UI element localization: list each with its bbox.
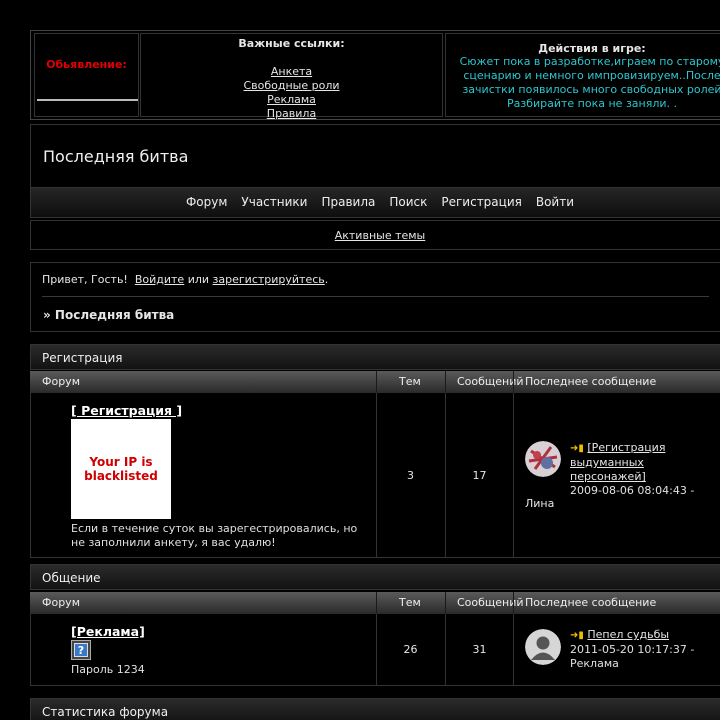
last-post-author[interactable]: Лина — [525, 497, 554, 511]
last-post-date: 2009-08-06 08:04:43 - — [570, 484, 695, 497]
question-icon: ? — [71, 640, 91, 660]
game-actions-title: Действия в игре: — [538, 42, 646, 55]
link-anketa[interactable]: Анкета — [271, 65, 312, 78]
link-ads[interactable]: Реклама — [267, 93, 316, 106]
announcement-title: Обьявление: — [46, 58, 127, 71]
stats-title: Статистика форума — [42, 705, 169, 719]
nav-forum[interactable]: Форум — [179, 195, 234, 209]
game-actions-cell: Действия в игре: Сюжет пока в разработке… — [445, 33, 720, 117]
or-text: или — [187, 273, 210, 286]
nav-rules[interactable]: Правила — [314, 195, 382, 209]
forum-image-blacklisted: Your IP is blacklisted — [71, 419, 171, 519]
stats-header: Статистика форума — [30, 698, 720, 720]
announcement-table: Обьявление: Важные ссылки: Анкета Свобод… — [30, 30, 720, 120]
divider — [42, 296, 709, 297]
column-headers: Форум Тем Сообщений Последнее сообщение — [30, 592, 720, 614]
arrow-page-icon[interactable]: ➜▮ — [570, 629, 584, 643]
last-post-date: 2011-05-20 10:17:37 - — [570, 643, 695, 656]
nav-register[interactable]: Регистрация — [434, 195, 528, 209]
category-title: Регистрация — [42, 351, 123, 365]
col-last-post: Последнее сообщение — [525, 375, 657, 388]
main-navigation: Форум Участники Правила Поиск Регистраци… — [30, 188, 720, 218]
forum-link-ads[interactable]: [Реклама] — [71, 624, 145, 639]
forum-link-registration[interactable]: [ Регистрация ] — [71, 403, 182, 418]
register-link[interactable]: зарегистрируйтесь — [213, 273, 325, 286]
col-last-post: Последнее сообщение — [525, 596, 657, 609]
category-header-registration: Регистрация — [30, 344, 720, 370]
site-title: Последняя битва — [43, 147, 189, 166]
last-post-info: ➜▮ Пепел судьбы 2011-05-20 10:17:37 - Ре… — [570, 628, 694, 671]
topics-count: 26 — [403, 643, 418, 656]
arrow-page-icon[interactable]: ➜▮ — [570, 442, 584, 456]
nav-members[interactable]: Участники — [234, 195, 314, 209]
category-header-communication: Общение — [30, 564, 720, 590]
last-post-author[interactable]: Реклама — [570, 657, 694, 671]
col-forum: Форум — [42, 375, 80, 388]
important-links-title: Важные ссылки: — [238, 37, 345, 50]
site-header: Последняя битва — [30, 124, 720, 188]
col-forum: Форум — [42, 596, 80, 609]
last-post-info: ➜▮ [Регистрация выдуманных персонажей] 2… — [570, 441, 694, 498]
nav-search[interactable]: Поиск — [382, 195, 434, 209]
last-post-link[interactable]: [Регистрация выдуманных персонажей] — [570, 441, 665, 483]
avatar — [525, 441, 561, 477]
game-actions-text: Сюжет пока в разработке,играем по старом… — [459, 55, 720, 110]
login-link[interactable]: Войдите — [135, 273, 184, 286]
important-links-cell: Важные ссылки: Анкета Свободные роли Рек… — [140, 33, 443, 120]
posts-count: 17 — [472, 469, 487, 482]
nav-login[interactable]: Войти — [529, 195, 581, 209]
col-topics: Тем — [399, 375, 421, 388]
forum-description: Пароль 1234 — [71, 663, 145, 676]
link-free-roles[interactable]: Свободные роли — [243, 79, 339, 92]
topics-count: 3 — [407, 469, 414, 482]
greeting-text: Привет, Гость! Войдите или зарегистрируй… — [42, 273, 328, 286]
forum-row: [Реклама] ? Пароль 1234 26 31 ➜▮ Пепел с… — [30, 614, 720, 686]
dot-text: . — [324, 273, 329, 286]
posts-count: 31 — [472, 643, 487, 656]
user-silhouette-icon — [525, 629, 561, 665]
breadcrumb[interactable]: » Последняя битва — [43, 308, 174, 322]
category-title: Общение — [42, 571, 101, 585]
hello-guest: Привет, Гость! — [42, 273, 128, 286]
divider — [37, 99, 138, 101]
last-post-link[interactable]: Пепел судьбы — [587, 628, 669, 641]
sub-navigation: Активные темы — [30, 220, 720, 250]
greeting-box: Привет, Гость! Войдите или зарегистрируй… — [30, 262, 720, 332]
column-headers: Форум Тем Сообщений Последнее сообщение — [30, 371, 720, 393]
active-topics-link[interactable]: Активные темы — [335, 229, 426, 242]
announcement-cell: Обьявление: — [34, 33, 139, 117]
link-rules[interactable]: Правила — [267, 107, 316, 120]
forum-description: Если в течение суток вы зарегестрировали… — [71, 522, 358, 549]
forum-row: [ Регистрация ] Your IP is blacklisted Е… — [30, 393, 720, 558]
important-links-list: Анкета Свободные роли Реклама Правила — [141, 65, 442, 121]
col-topics: Тем — [399, 596, 421, 609]
